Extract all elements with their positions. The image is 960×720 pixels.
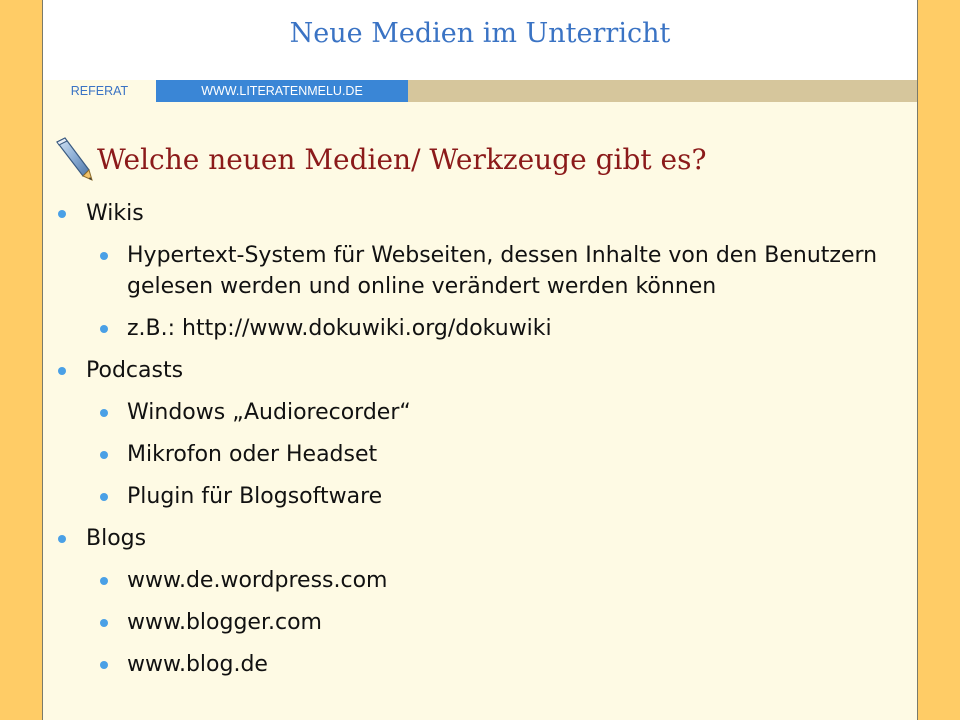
- bullet-dot-icon: [58, 535, 66, 543]
- list-item: Blogs: [43, 523, 917, 554]
- list-item-text: Windows „Audiorecorder“: [127, 400, 411, 425]
- bullet-dot-icon: [100, 451, 108, 459]
- list-item-text: Podcasts: [86, 358, 184, 383]
- list-item: www.blog.de: [43, 649, 917, 680]
- list-item-text: www.blogger.com: [127, 610, 322, 635]
- list-item: Mikrofon oder Headset: [43, 439, 917, 470]
- list-item: www.blogger.com: [43, 607, 917, 638]
- bullet-dot-icon: [58, 367, 66, 375]
- slide: Neue Medien im Unterricht REFERAT WWW.LI…: [42, 0, 918, 720]
- list-item-text: www.de.wordpress.com: [127, 568, 388, 593]
- bullet-dot-icon: [100, 409, 108, 417]
- bullet-dot-icon: [100, 661, 108, 669]
- list-item: Wikis: [43, 198, 917, 229]
- list-item: www.de.wordpress.com: [43, 565, 917, 596]
- pen-icon: [56, 137, 93, 181]
- list-item-text: Plugin für Blogsoftware: [127, 484, 383, 509]
- bullet-dot-icon: [100, 619, 108, 627]
- list-item-text: Mikrofon oder Headset: [127, 442, 378, 467]
- list-item-text: Blogs: [86, 526, 147, 551]
- list-item: z.B.: http://www.dokuwiki.org/dokuwiki: [43, 313, 917, 344]
- nav-bar: REFERAT WWW.LITERATENMELU.DE: [43, 80, 917, 102]
- bullet-dot-icon: [58, 210, 66, 218]
- list-item-text: z.B.: http://www.dokuwiki.org/dokuwiki: [127, 316, 552, 341]
- presentation-title: Neue Medien im Unterricht: [289, 18, 671, 49]
- list-item-text: www.blog.de: [127, 652, 268, 677]
- slide-heading: Welche neuen Medien/ Werkzeuge gibt es?: [51, 134, 706, 184]
- bullet-dot-icon: [100, 252, 108, 260]
- list-item: Podcasts: [43, 355, 917, 386]
- bullet-dot-icon: [100, 325, 108, 333]
- nav-tab-referat[interactable]: REFERAT: [43, 80, 156, 102]
- header-band: Neue Medien im Unterricht: [43, 0, 917, 80]
- list-item: Hypertext-System für Webseiten, dessen I…: [43, 240, 917, 302]
- nav-tab-website[interactable]: WWW.LITERATENMELU.DE: [156, 80, 408, 102]
- bullet-dot-icon: [100, 577, 108, 585]
- list-item: Plugin für Blogsoftware: [43, 481, 917, 512]
- list-item-text: Hypertext-System für Webseiten, dessen I…: [127, 243, 878, 299]
- list-item-text: Wikis: [86, 201, 144, 226]
- list-item: Windows „Audiorecorder“: [43, 397, 917, 428]
- bullet-list: Wikis Hypertext-System für Webseiten, de…: [43, 198, 917, 691]
- bullet-dot-icon: [100, 493, 108, 501]
- slide-heading-text: Welche neuen Medien/ Werkzeuge gibt es?: [97, 142, 707, 176]
